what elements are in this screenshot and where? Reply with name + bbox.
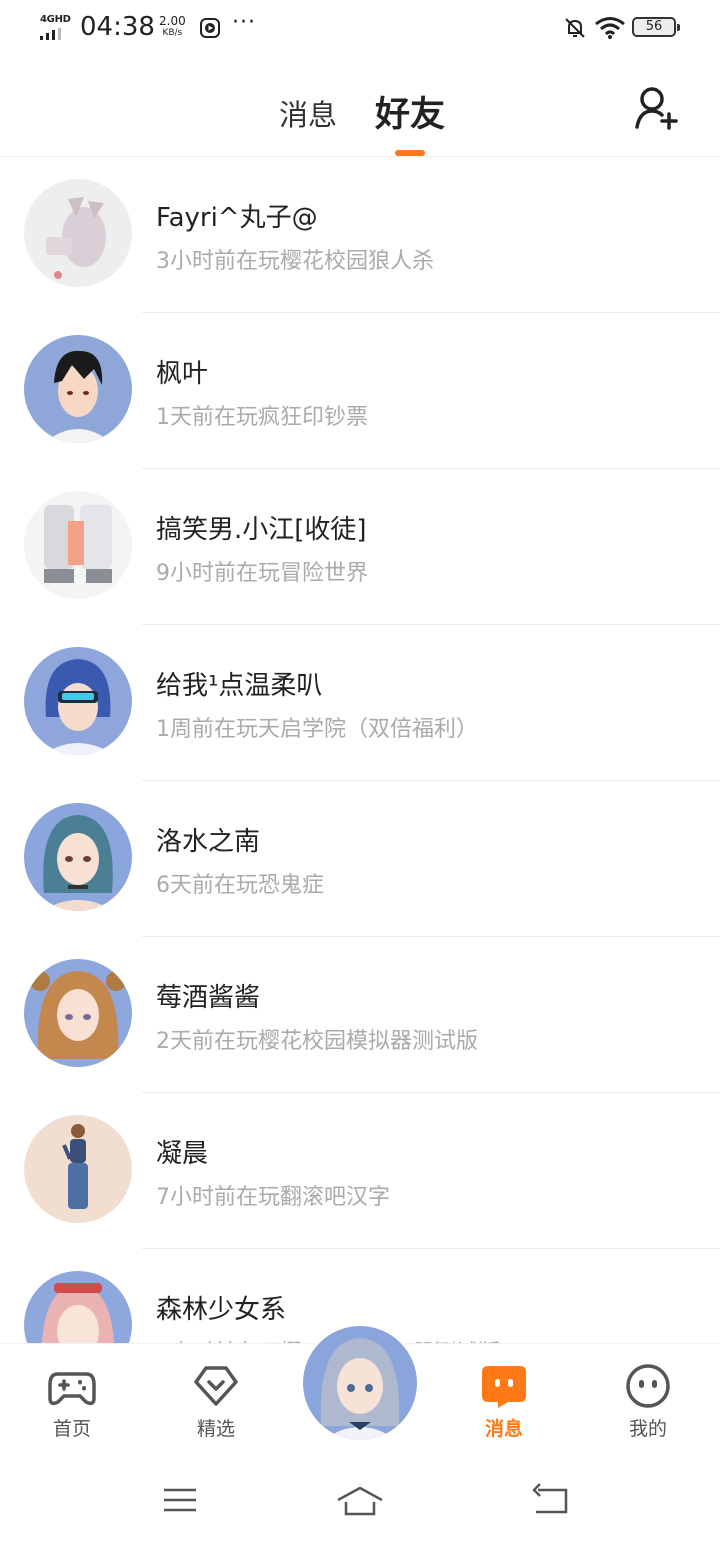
friend-item[interactable]: 洛水之南 6天前在玩恐鬼症 (0, 781, 720, 937)
network-speed: 2.00 KB/s (159, 14, 186, 38)
friend-item[interactable]: 枫叶 1天前在玩疯狂印钞票 (0, 313, 720, 469)
avatar[interactable] (24, 179, 132, 287)
avatar[interactable] (24, 959, 132, 1067)
more-notifications-icon: ··· (232, 10, 256, 35)
nav-label: 精选 (196, 1418, 235, 1440)
friend-item[interactable]: 搞笑男.小江[收徒] 9小时前在玩冒险世界 (0, 469, 720, 625)
back-icon[interactable] (530, 1482, 570, 1518)
status-bar: 4GHD 04:38 2.00 KB/s ··· 56 (0, 0, 720, 56)
avatar[interactable] (24, 803, 132, 911)
nav-label: 消息 (484, 1418, 523, 1440)
gamepad-icon (48, 1372, 96, 1406)
message-bubble-icon (482, 1366, 526, 1408)
friend-name: 莓酒酱酱 (156, 983, 261, 1013)
tab-friends[interactable]: 好友 (375, 86, 445, 137)
friend-name: 森林少女系 (156, 1295, 287, 1325)
nav-label: 我的 (628, 1418, 667, 1440)
nav-label: 首页 (52, 1418, 91, 1440)
avatar[interactable] (24, 1115, 132, 1223)
heart-chevron-icon (194, 1366, 238, 1406)
tab-messages[interactable]: 消息 (279, 92, 337, 134)
avatar[interactable] (24, 491, 132, 599)
nav-messages[interactable]: 消息 (454, 1344, 554, 1454)
media-play-icon (200, 18, 220, 38)
friend-status: 6天前在玩恐鬼症 (156, 873, 324, 898)
bell-muted-icon (565, 18, 585, 38)
active-tab-indicator (395, 150, 425, 156)
nav-featured[interactable]: 精选 (166, 1344, 266, 1454)
menu-icon[interactable] (160, 1482, 200, 1518)
battery-indicator: 56 (632, 17, 680, 37)
clock: 04:38 (80, 12, 155, 42)
friend-item[interactable]: Fayri^丸子@ 3小时前在玩樱花校园狼人杀 (0, 157, 720, 313)
signal-icon: 4GHD (40, 14, 72, 40)
home-icon[interactable] (336, 1482, 384, 1518)
nav-profile[interactable]: 我的 (598, 1344, 698, 1454)
friend-status: 3小时前在玩樱花校园狼人杀 (156, 249, 434, 274)
friend-item[interactable]: 莓酒酱酱 2天前在玩樱花校园模拟器测试版 (0, 937, 720, 1093)
friend-status: 9小时前在玩冒险世界 (156, 561, 368, 586)
friend-item[interactable]: 凝晨 7小时前在玩翻滚吧汉字 (0, 1093, 720, 1249)
network-type: 4GHD (40, 14, 71, 25)
system-nav-bar (0, 1454, 720, 1544)
friend-status: 1周前在玩天启学院（双倍福利） (156, 717, 478, 742)
wifi-icon (595, 17, 625, 39)
smiley-face-icon (626, 1364, 670, 1408)
friend-list[interactable]: Fayri^丸子@ 3小时前在玩樱花校园狼人杀 枫叶 1天前在玩疯狂印钞票 搞笑… (0, 157, 720, 1343)
add-friend-icon[interactable] (632, 83, 680, 131)
friend-status: 1天前在玩疯狂印钞票 (156, 405, 368, 430)
header: 消息 好友 (0, 56, 720, 157)
center-character-avatar[interactable] (303, 1326, 417, 1440)
friend-name: 搞笑男.小江[收徒] (156, 515, 367, 545)
friend-name: 洛水之南 (156, 827, 261, 857)
avatar[interactable] (24, 1271, 132, 1343)
nav-home[interactable]: 首页 (22, 1344, 122, 1454)
friend-name: 枫叶 (156, 359, 209, 389)
friend-status: 2天前在玩樱花校园模拟器测试版 (156, 1029, 478, 1054)
friend-name: 给我¹点温柔叭 (156, 671, 323, 701)
avatar[interactable] (24, 335, 132, 443)
friend-name: Fayri^丸子@ (156, 203, 318, 233)
avatar[interactable] (24, 647, 132, 755)
friend-name: 凝晨 (156, 1139, 209, 1169)
friend-item[interactable]: 给我¹点温柔叭 1周前在玩天启学院（双倍福利） (0, 625, 720, 781)
friend-status: 7小时前在玩翻滚吧汉字 (156, 1185, 390, 1210)
